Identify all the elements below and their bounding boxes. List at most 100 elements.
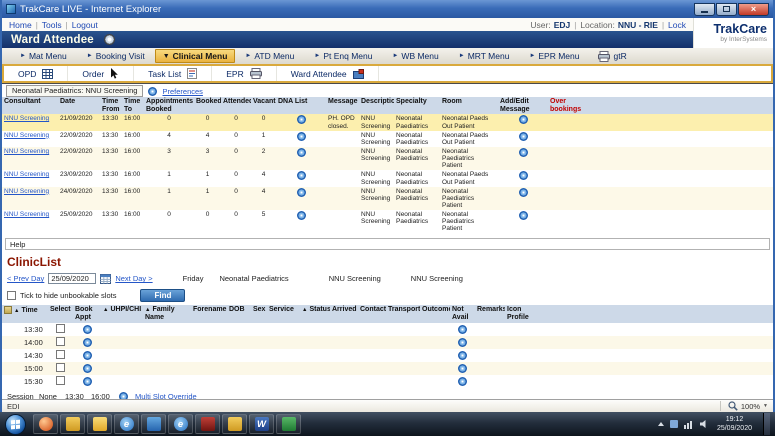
- tab-pt-enq-menu[interactable]: ►Pt Enq Menu: [304, 50, 382, 62]
- tab-atd-menu[interactable]: ►ATD Menu: [235, 50, 304, 62]
- add-edit-message-icon[interactable]: [519, 171, 528, 180]
- lock-link[interactable]: Lock: [668, 20, 686, 30]
- clinic-date-input[interactable]: [48, 273, 96, 284]
- dna-list-icon[interactable]: [297, 188, 306, 197]
- consultant-link[interactable]: NNU Screening: [4, 188, 49, 195]
- cell-description: NNU Screening: [359, 147, 394, 170]
- tab-clinical-menu[interactable]: ▼Clinical Menu: [155, 49, 236, 63]
- minimize-button[interactable]: [694, 3, 715, 16]
- clinic-tab-label[interactable]: Neonatal Paediatrics: NNU Screening: [6, 85, 143, 97]
- book-appt-icon[interactable]: [83, 364, 92, 373]
- consultant-link[interactable]: NNU Screening: [4, 211, 49, 218]
- start-button[interactable]: [5, 414, 26, 435]
- consultant-link[interactable]: NNU Screening: [4, 148, 49, 155]
- show-desktop-button[interactable]: [763, 413, 770, 435]
- taskbar-icon-ie2[interactable]: e: [168, 414, 193, 434]
- volume-icon[interactable]: [699, 419, 709, 429]
- tab-mat-menu[interactable]: ►Mat Menu: [10, 50, 77, 62]
- col-time[interactable]: ▲Time: [2, 305, 48, 322]
- taskbar-icon-5[interactable]: [141, 414, 166, 434]
- cell-date: 21/09/2020: [58, 114, 100, 130]
- tab-gtr[interactable]: gtR: [590, 51, 635, 62]
- add-edit-message-icon[interactable]: [519, 188, 528, 197]
- slot-select-checkbox[interactable]: [56, 363, 65, 372]
- taskbar-icon-folder[interactable]: [87, 414, 112, 434]
- network-icon[interactable]: [684, 419, 694, 429]
- not-avail-icon[interactable]: [458, 377, 467, 386]
- tab-epr-menu[interactable]: ►EPR Menu: [519, 50, 589, 62]
- zoom-control[interactable]: 100% ▼: [720, 401, 768, 411]
- slot-select-checkbox[interactable]: [56, 376, 65, 385]
- cell-patient-empty: [101, 349, 450, 362]
- taskbar-icon-7[interactable]: [195, 414, 220, 434]
- tab-wb-menu[interactable]: ►WB Menu: [382, 50, 448, 62]
- session-icon[interactable]: [119, 392, 128, 399]
- preferences-icon[interactable]: [148, 87, 157, 96]
- cell-select: [48, 336, 73, 349]
- consultant-link[interactable]: NNU Screening: [4, 171, 49, 178]
- slot-select-checkbox[interactable]: [56, 324, 65, 333]
- slot-select-checkbox[interactable]: [56, 350, 65, 359]
- add-edit-message-icon[interactable]: [519, 115, 528, 124]
- logout-link[interactable]: Logout: [72, 20, 98, 30]
- submenu-task-list[interactable]: Task List: [134, 66, 212, 81]
- tray-app-icon[interactable]: [669, 419, 679, 429]
- slot-select-checkbox[interactable]: [56, 337, 65, 346]
- dna-list-icon[interactable]: [297, 211, 306, 220]
- submenu-ward-attendee[interactable]: Ward Attendee: [277, 66, 379, 81]
- add-edit-message-icon[interactable]: [519, 211, 528, 220]
- dna-list-icon[interactable]: [297, 148, 306, 157]
- col-not-avail: Not Avail: [450, 305, 475, 322]
- submenu-epr[interactable]: EPR: [212, 66, 276, 81]
- col-status[interactable]: ▲Status: [300, 305, 330, 322]
- dna-list-icon[interactable]: [297, 132, 306, 141]
- dna-list-icon[interactable]: [297, 115, 306, 124]
- submenu-order[interactable]: Order: [68, 66, 134, 81]
- col-dob: DOB: [227, 305, 251, 322]
- hidden-icons-chevron[interactable]: [658, 422, 664, 426]
- cell-book-appt: [73, 349, 101, 362]
- book-appt-icon[interactable]: [83, 325, 92, 334]
- home-link[interactable]: Home: [9, 20, 32, 30]
- submenu-opd[interactable]: OPD: [4, 66, 68, 81]
- consultant-link[interactable]: NNU Screening: [4, 115, 49, 122]
- next-day-link[interactable]: Next Day >: [115, 274, 152, 283]
- taskbar-clock[interactable]: 19:12 25/09/2020: [717, 415, 752, 433]
- consultant-link[interactable]: NNU Screening: [4, 132, 49, 139]
- clinic-code: NNU Screening: [329, 274, 381, 283]
- add-edit-message-icon[interactable]: [519, 132, 528, 141]
- tab-booking-visit[interactable]: ►Booking Visit: [77, 50, 155, 62]
- prev-day-link[interactable]: < Prev Day: [7, 274, 44, 283]
- close-button[interactable]: ×: [738, 3, 769, 16]
- calendar-icon[interactable]: [100, 273, 111, 284]
- taskbar-icon-2[interactable]: [60, 414, 85, 434]
- add-edit-message-icon[interactable]: [519, 148, 528, 157]
- tools-link[interactable]: Tools: [42, 20, 62, 30]
- maximize-button[interactable]: [716, 3, 737, 16]
- not-avail-icon[interactable]: [458, 364, 467, 373]
- preferences-link[interactable]: Preferences: [162, 87, 202, 96]
- trakcare-favicon: [6, 4, 16, 14]
- not-avail-icon[interactable]: [458, 338, 467, 347]
- taskbar-icon-10[interactable]: [276, 414, 301, 434]
- taskbar-icon-mail[interactable]: [222, 414, 247, 434]
- dna-list-icon[interactable]: [297, 171, 306, 180]
- book-appt-icon[interactable]: [83, 351, 92, 360]
- summary-header-row: Consultant Date Time From Time To Appoin…: [2, 97, 773, 114]
- not-avail-icon[interactable]: [458, 325, 467, 334]
- hide-unbookable-checkbox[interactable]: [7, 291, 16, 300]
- taskbar-icon-ie[interactable]: e: [114, 414, 139, 434]
- multi-slot-override-link[interactable]: Multi Slot Override: [135, 392, 197, 399]
- taskbar-icon-1[interactable]: [33, 414, 58, 434]
- tab-mrt-menu[interactable]: ►MRT Menu: [449, 50, 520, 62]
- book-appt-icon[interactable]: [83, 338, 92, 347]
- trakcare-logo: TrakCare by InterSystems: [693, 18, 773, 48]
- book-appt-icon[interactable]: [83, 377, 92, 386]
- col-uhpi-chi[interactable]: ▲UHPI/CHI: [101, 305, 143, 322]
- clinical-submenu-bar: OPD Order Task List EPR Ward Attendee: [2, 64, 773, 83]
- find-button[interactable]: Find: [140, 289, 185, 302]
- col-family-name[interactable]: ▲Family Name: [143, 305, 191, 322]
- not-avail-icon[interactable]: [458, 351, 467, 360]
- taskbar-icon-word[interactable]: W: [249, 414, 274, 434]
- header-status-icon[interactable]: [104, 34, 115, 45]
